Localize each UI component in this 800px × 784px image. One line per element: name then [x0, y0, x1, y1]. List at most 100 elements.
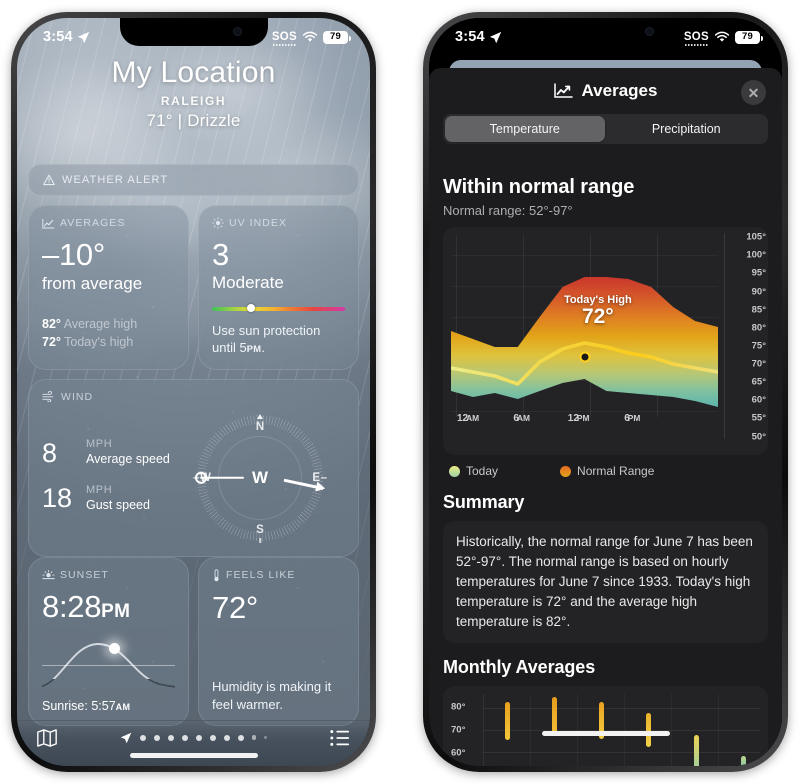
uv-index-card[interactable]: UV INDEX 3 Moderate Use sun protection u… — [198, 205, 359, 370]
uv-note-line-2-pre: until 5 — [212, 340, 247, 356]
chart-x-axis: 12 AM 6 AM 12 PM 6 PM — [457, 413, 668, 427]
sun-arc-svg — [38, 643, 179, 689]
sunrise-text: Sunrise: 5:57AM — [42, 699, 175, 713]
monthly-bar — [646, 712, 652, 748]
sunset-card[interactable]: SUNSET 8:28PM Sunrise: 5:57AM — [28, 556, 189, 727]
x-tick-2: 12 PM — [567, 413, 590, 424]
averages-card[interactable]: AVERAGES –10° from average 82° Average h… — [28, 205, 189, 370]
sunset-card-header: SUNSET — [42, 569, 175, 581]
monthly-y-tick-0: 80° — [451, 701, 466, 713]
feels-like-card[interactable]: FEELS LIKE 72° Humidity is making it fee… — [198, 556, 359, 727]
y-tick-9: 60° — [751, 394, 766, 406]
close-icon[interactable]: ✕ — [741, 80, 766, 105]
y-tick-4: 85° — [751, 304, 766, 316]
chart-trend-icon — [553, 83, 573, 98]
right-phone-frame: 3:54 SOS 79 Averages ✕ Temperature Preci… — [423, 12, 788, 772]
y-tick-10: 55° — [751, 412, 766, 424]
normal-range-subheading: Normal range: 52°-97° — [443, 203, 573, 218]
tab-temperature[interactable]: Temperature — [445, 116, 605, 142]
averages-row-0-label: Average high — [63, 316, 138, 331]
todays-high-value: 72° — [581, 304, 614, 328]
right-phone-screen: 3:54 SOS 79 Averages ✕ Temperature Preci… — [429, 18, 782, 766]
weather-cards-scroll[interactable]: WEATHER ALERT AVERAGES –10° from average… — [28, 164, 359, 727]
wind-average-label: Average speed — [86, 452, 170, 467]
sheet-content[interactable]: Within normal range Normal range: 52°-97… — [429, 164, 782, 766]
left-phone-screen: 3:54 SOS 79 My Location RALEIGH 71° | Dr… — [17, 18, 370, 766]
page-dot[interactable] — [209, 734, 216, 741]
wind-gust-labels: MPH Gust speed — [86, 484, 150, 513]
compass-label-n: N — [255, 420, 265, 433]
page-indicator-dots[interactable] — [120, 732, 268, 744]
monthly-averages-heading: Monthly Averages — [443, 656, 596, 677]
feels-like-card-title: FEELS LIKE — [226, 569, 296, 582]
list-bullet-icon[interactable] — [329, 728, 351, 748]
map-icon[interactable] — [36, 727, 58, 749]
legend-item-normal-range: Normal Range — [560, 464, 654, 478]
current-condition: 71° | Drizzle — [146, 111, 241, 130]
cards-row-3: SUNSET 8:28PM Sunrise: 5:57AM FEELS LIKE… — [28, 556, 359, 727]
page-dot[interactable] — [167, 734, 174, 741]
y-tick-2: 95° — [751, 267, 766, 279]
notch — [531, 18, 680, 46]
page-dot[interactable] — [223, 734, 230, 741]
page-dot[interactable] — [139, 734, 146, 741]
legend-swatch-normal-range — [560, 465, 572, 477]
y-tick-8: 65° — [751, 376, 766, 388]
sun-arc-graphic — [38, 629, 179, 691]
y-tick-0: 105° — [746, 231, 766, 243]
status-right: SOS 79 — [272, 30, 351, 46]
location-arrow-icon[interactable] — [120, 732, 132, 744]
home-indicator[interactable] — [541, 731, 670, 736]
wifi-icon — [714, 31, 730, 42]
temperature-chart-plot: Today's High 72° 12 AM 6 AM 12 PM 6 PM — [451, 235, 718, 431]
page-dot-small[interactable] — [251, 735, 257, 740]
uv-card-header: UV INDEX — [212, 217, 345, 229]
todays-high-marker[interactable] — [579, 351, 590, 363]
home-indicator[interactable] — [129, 753, 258, 758]
weather-alert-banner[interactable]: WEATHER ALERT — [28, 164, 359, 196]
page-dot[interactable] — [237, 734, 244, 741]
wifi-icon — [302, 31, 318, 42]
sun-icon — [212, 217, 224, 229]
page-dot[interactable] — [195, 734, 202, 741]
x-tick-0: 12 AM — [457, 413, 480, 424]
uv-scale-bar — [212, 303, 345, 312]
uv-index-value: 3 — [212, 237, 229, 272]
averages-row-1-label: Today's high — [64, 334, 134, 349]
battery-indicator: 79 — [323, 30, 351, 44]
range-status-heading: Within normal range — [443, 176, 635, 198]
chart-line-icon — [42, 218, 55, 228]
temperature-range-chart[interactable]: Today's High 72° 12 AM 6 AM 12 PM 6 PM 1… — [443, 227, 768, 455]
weather-tab-bar — [17, 720, 370, 766]
feels-like-note-line-2: feel warmer. — [212, 696, 283, 712]
left-phone-frame: 3:54 SOS 79 My Location RALEIGH 71° | Dr… — [11, 12, 376, 772]
averages-delta-caption: from average — [42, 274, 143, 294]
monthly-bar — [740, 755, 746, 766]
uv-note-line-2-post: . — [261, 340, 265, 356]
sunset-card-title: SUNSET — [60, 568, 109, 581]
uv-note: Use sun protection until 5PM. — [212, 322, 345, 357]
wind-compass[interactable]: N S W E W — [193, 411, 326, 544]
weather-alert-label: WEATHER ALERT — [62, 174, 169, 186]
page-dot[interactable] — [153, 734, 160, 741]
wind-average-labels: MPH Average speed — [86, 438, 170, 467]
segmented-control[interactable]: Temperature Precipitation — [443, 114, 768, 144]
averages-delta-value: –10° — [42, 237, 105, 272]
sheet-header: Averages ✕ — [429, 68, 782, 114]
sheet-title: Averages — [581, 81, 658, 100]
compass-center-direction: W — [251, 467, 269, 487]
notch — [119, 18, 268, 46]
wind-gust-value: 18 — [42, 483, 73, 513]
front-camera-icon — [232, 27, 242, 36]
status-time: 3:54 — [43, 29, 73, 45]
monthly-averages-chart[interactable]: 80° 70° 60° 50° — [443, 685, 768, 766]
location-arrow-icon — [489, 31, 502, 43]
wind-gust-unit: MPH — [86, 483, 113, 496]
wind-card[interactable]: WIND 8 MPH Average speed 18 MPH Gust spe… — [28, 378, 359, 557]
page-dot-tiny[interactable] — [264, 736, 268, 739]
tab-precipitation[interactable]: Precipitation — [607, 116, 767, 142]
averages-row-1-value: 72° — [42, 334, 61, 349]
averages-detail-rows: 82° Average high 72° Today's high — [42, 315, 175, 351]
page-dot[interactable] — [181, 734, 188, 741]
averages-row-0-value: 82° — [42, 316, 61, 331]
